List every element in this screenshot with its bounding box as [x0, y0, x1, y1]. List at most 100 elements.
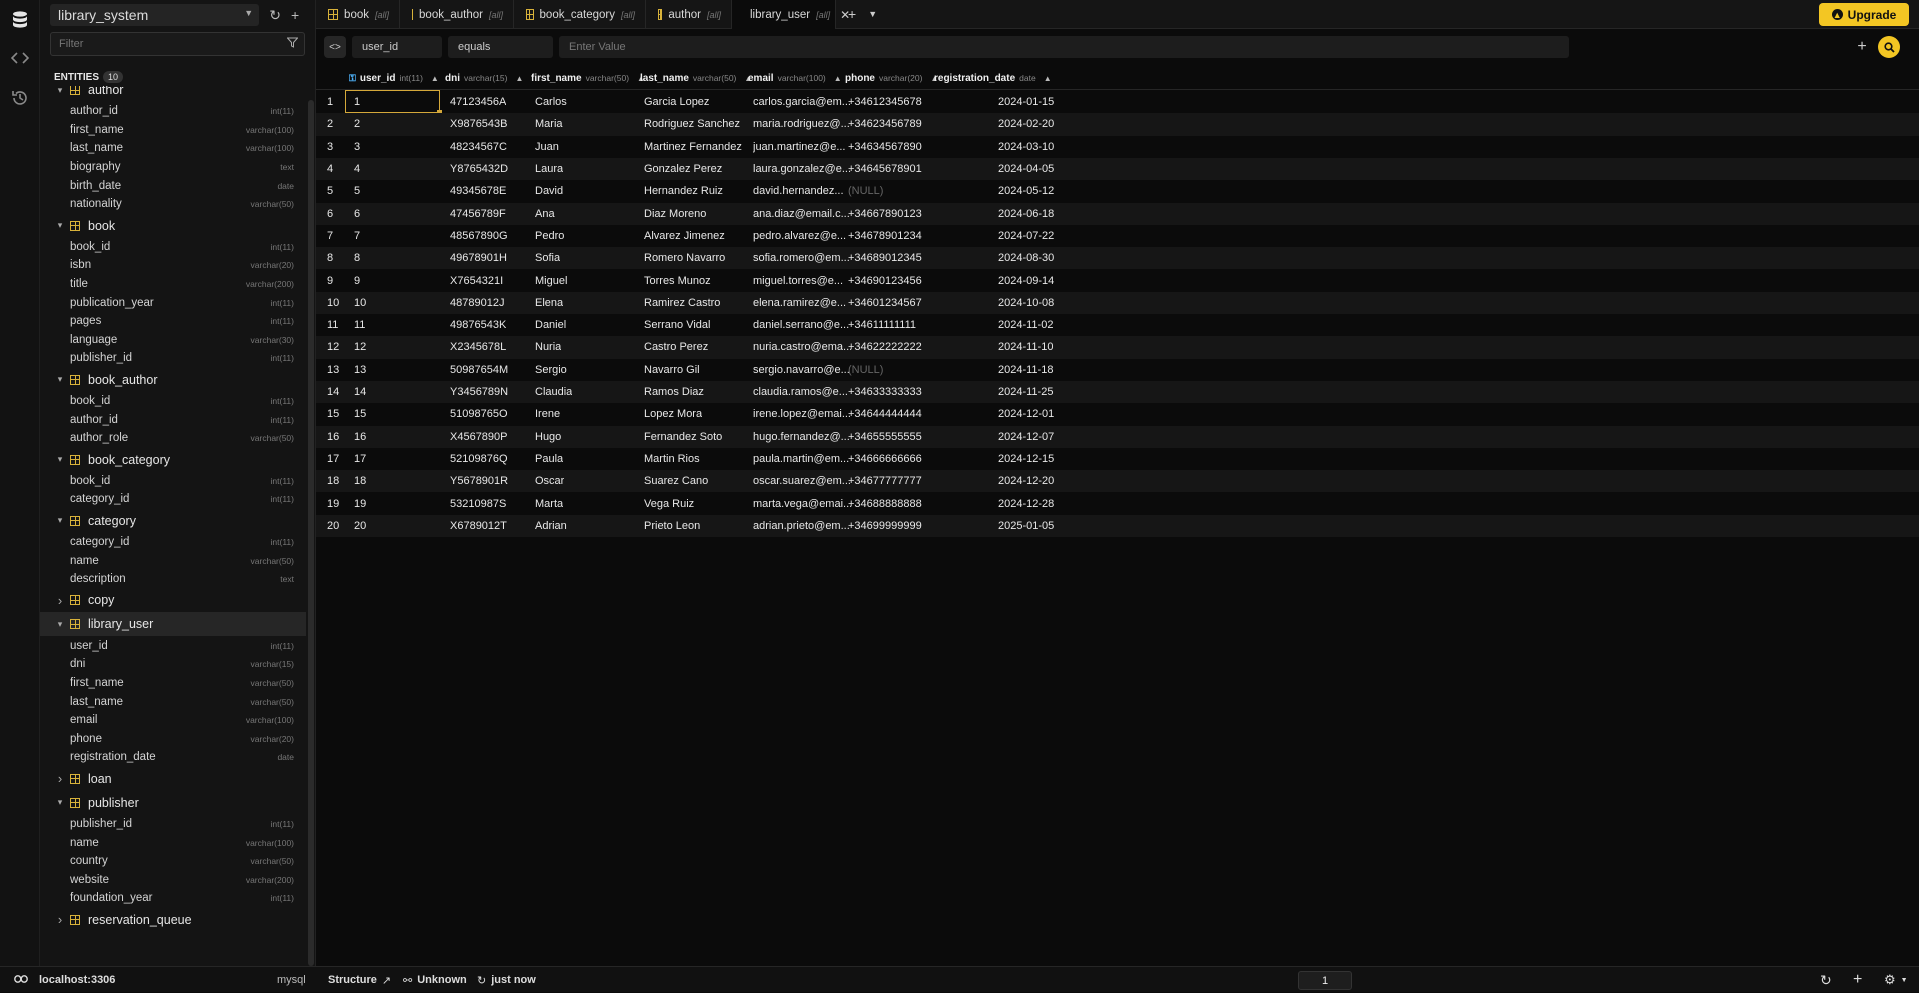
sidebar-column-item[interactable]: publisher_id int(11) [40, 815, 306, 834]
sidebar-column-item[interactable]: category_id int(11) [40, 533, 306, 552]
column-header-dni[interactable]: dni varchar(15) ▲ [445, 66, 523, 90]
cell-registration_date[interactable]: 2024-11-10 [998, 341, 1053, 353]
database-dropdown[interactable]: library_system ▼ [50, 4, 260, 26]
table-row[interactable]: 20 20 X6789012T Adrian Prieto Leon adrian.pri… [316, 514, 1919, 537]
cell-last_name[interactable]: Vega Ruiz [644, 498, 694, 510]
cell-dni[interactable]: 48234567C [450, 141, 507, 153]
sidebar-column-item[interactable]: pages int(11) [40, 312, 306, 331]
table-row[interactable]: 16 16 X4567890P Hugo Fernandez Soto hugo.fern… [316, 425, 1919, 448]
table-row[interactable]: 2 2 X9876543B Maria Rodriguez Sanchez maria.r… [316, 113, 1919, 136]
cell-phone[interactable]: +34633333333 [848, 386, 922, 398]
sidebar-column-item[interactable]: website varchar(200) [40, 870, 306, 889]
cell-email[interactable]: hugo.fernandez@... [753, 431, 850, 443]
add-icon[interactable]: + [285, 4, 305, 26]
cell-email[interactable]: daniel.serrano@e... [753, 319, 849, 331]
close-icon[interactable]: ✕ [840, 8, 850, 22]
sidebar-column-item[interactable]: book_id int(11) [40, 238, 306, 257]
cell-phone[interactable]: +34699999999 [848, 520, 922, 532]
cell-last_name[interactable]: Gonzalez Perez [644, 163, 722, 175]
sidebar-column-item[interactable]: book_id int(11) [40, 472, 306, 491]
add-filter-icon[interactable]: + [1851, 36, 1873, 58]
cell-registration_date[interactable]: 2024-12-07 [998, 431, 1054, 443]
cell-first_name[interactable]: Nuria [535, 341, 561, 353]
tab-author[interactable]: author [all] [646, 0, 732, 29]
sidebar-column-item[interactable]: dni varchar(15) [40, 655, 306, 674]
cell-first_name[interactable]: Adrian [535, 520, 567, 532]
cell-dni[interactable]: Y5678901R [450, 475, 508, 487]
sidebar-column-item[interactable]: biography text [40, 158, 306, 177]
sidebar-column-item[interactable]: nationality varchar(50) [40, 195, 306, 214]
chevron-down-icon[interactable]: ▾ [54, 515, 66, 526]
cell-last_name[interactable]: Suarez Cano [644, 475, 708, 487]
sidebar-table-book[interactable]: ▾ book [40, 214, 306, 238]
cell-email[interactable]: pedro.alvarez@e... [753, 230, 846, 242]
cell-last_name[interactable]: Ramos Diaz [644, 386, 704, 398]
cell-phone[interactable]: +34611111111 [848, 319, 916, 331]
cell-first_name[interactable]: Ana [535, 208, 555, 220]
sidebar-table-book_author[interactable]: ▾ book_author [40, 368, 306, 392]
cell-dni[interactable]: 47123456A [450, 96, 506, 108]
settings-gear-icon[interactable]: ⚙ ▼ [1884, 967, 1908, 993]
table-row[interactable]: 12 12 X2345678L Nuria Castro Perez nuria.cast… [316, 336, 1919, 359]
column-header-first_name[interactable]: first_name varchar(50) ▲ [531, 66, 645, 90]
sidebar-column-item[interactable]: last_name varchar(100) [40, 139, 306, 158]
chevron-right-icon[interactable]: › [54, 771, 66, 786]
filter-column-select[interactable]: user_id [352, 36, 442, 58]
sidebar-column-item[interactable]: birth_date date [40, 176, 306, 195]
cell-first_name[interactable]: Laura [535, 163, 563, 175]
cell-dni[interactable]: Y3456789N [450, 386, 508, 398]
cell-registration_date[interactable]: 2024-10-08 [998, 297, 1054, 309]
sidebar-table-copy[interactable]: › copy [40, 588, 306, 612]
cell-email[interactable]: elena.ramirez@e... [753, 297, 846, 309]
cell-last_name[interactable]: Martin Rios [644, 453, 700, 465]
sidebar-table-publisher[interactable]: ▾ publisher [40, 791, 306, 815]
cell-user_id[interactable]: 3 [354, 141, 360, 153]
sidebar-column-item[interactable]: publisher_id int(11) [40, 349, 306, 368]
sidebar-scrollbar[interactable] [308, 100, 314, 966]
sidebar-column-item[interactable]: name varchar(100) [40, 833, 306, 852]
chevron-down-icon[interactable]: ▾ [54, 86, 66, 96]
cell-user_id[interactable]: 4 [354, 163, 360, 175]
cell-phone[interactable]: +34623456789 [848, 118, 922, 130]
sidebar-table-loan[interactable]: › loan [40, 767, 306, 791]
cell-registration_date[interactable]: 2024-09-14 [998, 275, 1054, 287]
cell-first_name[interactable]: Sergio [535, 364, 567, 376]
cell-first_name[interactable]: Pedro [535, 230, 564, 242]
chevron-right-icon[interactable]: › [54, 912, 66, 927]
cell-email[interactable]: oscar.suarez@em... [753, 475, 851, 487]
cell-registration_date[interactable]: 2024-12-20 [998, 475, 1054, 487]
sidebar-column-item[interactable]: author_id int(11) [40, 410, 306, 429]
sidebar-column-item[interactable]: phone varchar(20) [40, 729, 306, 748]
table-row[interactable]: 14 14 Y3456789N Claudia Ramos Diaz claudia.ra… [316, 380, 1919, 404]
sidebar-column-item[interactable]: publication_year int(11) [40, 293, 306, 312]
table-row[interactable]: 3 3 48234567C Juan Martinez Fernandez juan.ma… [316, 135, 1919, 158]
cell-user_id[interactable]: 13 [354, 364, 366, 376]
chevron-down-icon[interactable]: ▾ [54, 454, 66, 465]
cell-email[interactable]: sergio.navarro@e... [753, 364, 850, 376]
column-header-registration_date[interactable]: registration_date date ▲ [934, 66, 1052, 90]
chevron-down-icon[interactable]: ▾ [54, 619, 66, 630]
cell-dni[interactable]: X6789012T [450, 520, 507, 532]
cell-phone[interactable]: +34678901234 [848, 230, 922, 242]
cell-user_id[interactable]: 17 [354, 453, 366, 465]
cell-email[interactable]: miguel.torres@e... [753, 275, 843, 287]
table-row[interactable]: 15 15 51098765O Irene Lopez Mora irene.lopez@… [316, 403, 1919, 426]
cell-email[interactable]: carlos.garcia@em... [753, 96, 851, 108]
cell-user_id[interactable]: 5 [354, 185, 360, 197]
cell-dni[interactable]: 51098765O [450, 408, 508, 420]
table-row[interactable]: 9 9 X7654321I Miguel Torres Munoz miguel.torr… [316, 269, 1919, 292]
table-row[interactable]: 6 6 47456789F Ana Diaz Moreno ana.diaz@email.… [316, 202, 1919, 225]
tab-book_category[interactable]: book_category [all] [514, 0, 646, 29]
structure-button[interactable]: Structure ↗ [328, 967, 391, 993]
cell-dni[interactable]: X4567890P [450, 431, 508, 443]
cell-dni[interactable]: Y8765432D [450, 163, 508, 175]
cell-last_name[interactable]: Lopez Mora [644, 408, 702, 420]
cell-last_name[interactable]: Navarro Gil [644, 364, 700, 376]
tab-library_user[interactable]: library_user [all] ✕ [732, 0, 850, 29]
sidebar-column-item[interactable]: first_name varchar(100) [40, 121, 306, 140]
cell-registration_date[interactable]: 2024-11-02 [998, 319, 1053, 331]
cell-email[interactable]: juan.martinez@e... [753, 141, 846, 153]
cell-last_name[interactable]: Romero Navarro [644, 252, 725, 264]
cell-email[interactable]: david.hernandez... [753, 185, 844, 197]
cell-phone[interactable]: +34688888888 [848, 498, 922, 510]
